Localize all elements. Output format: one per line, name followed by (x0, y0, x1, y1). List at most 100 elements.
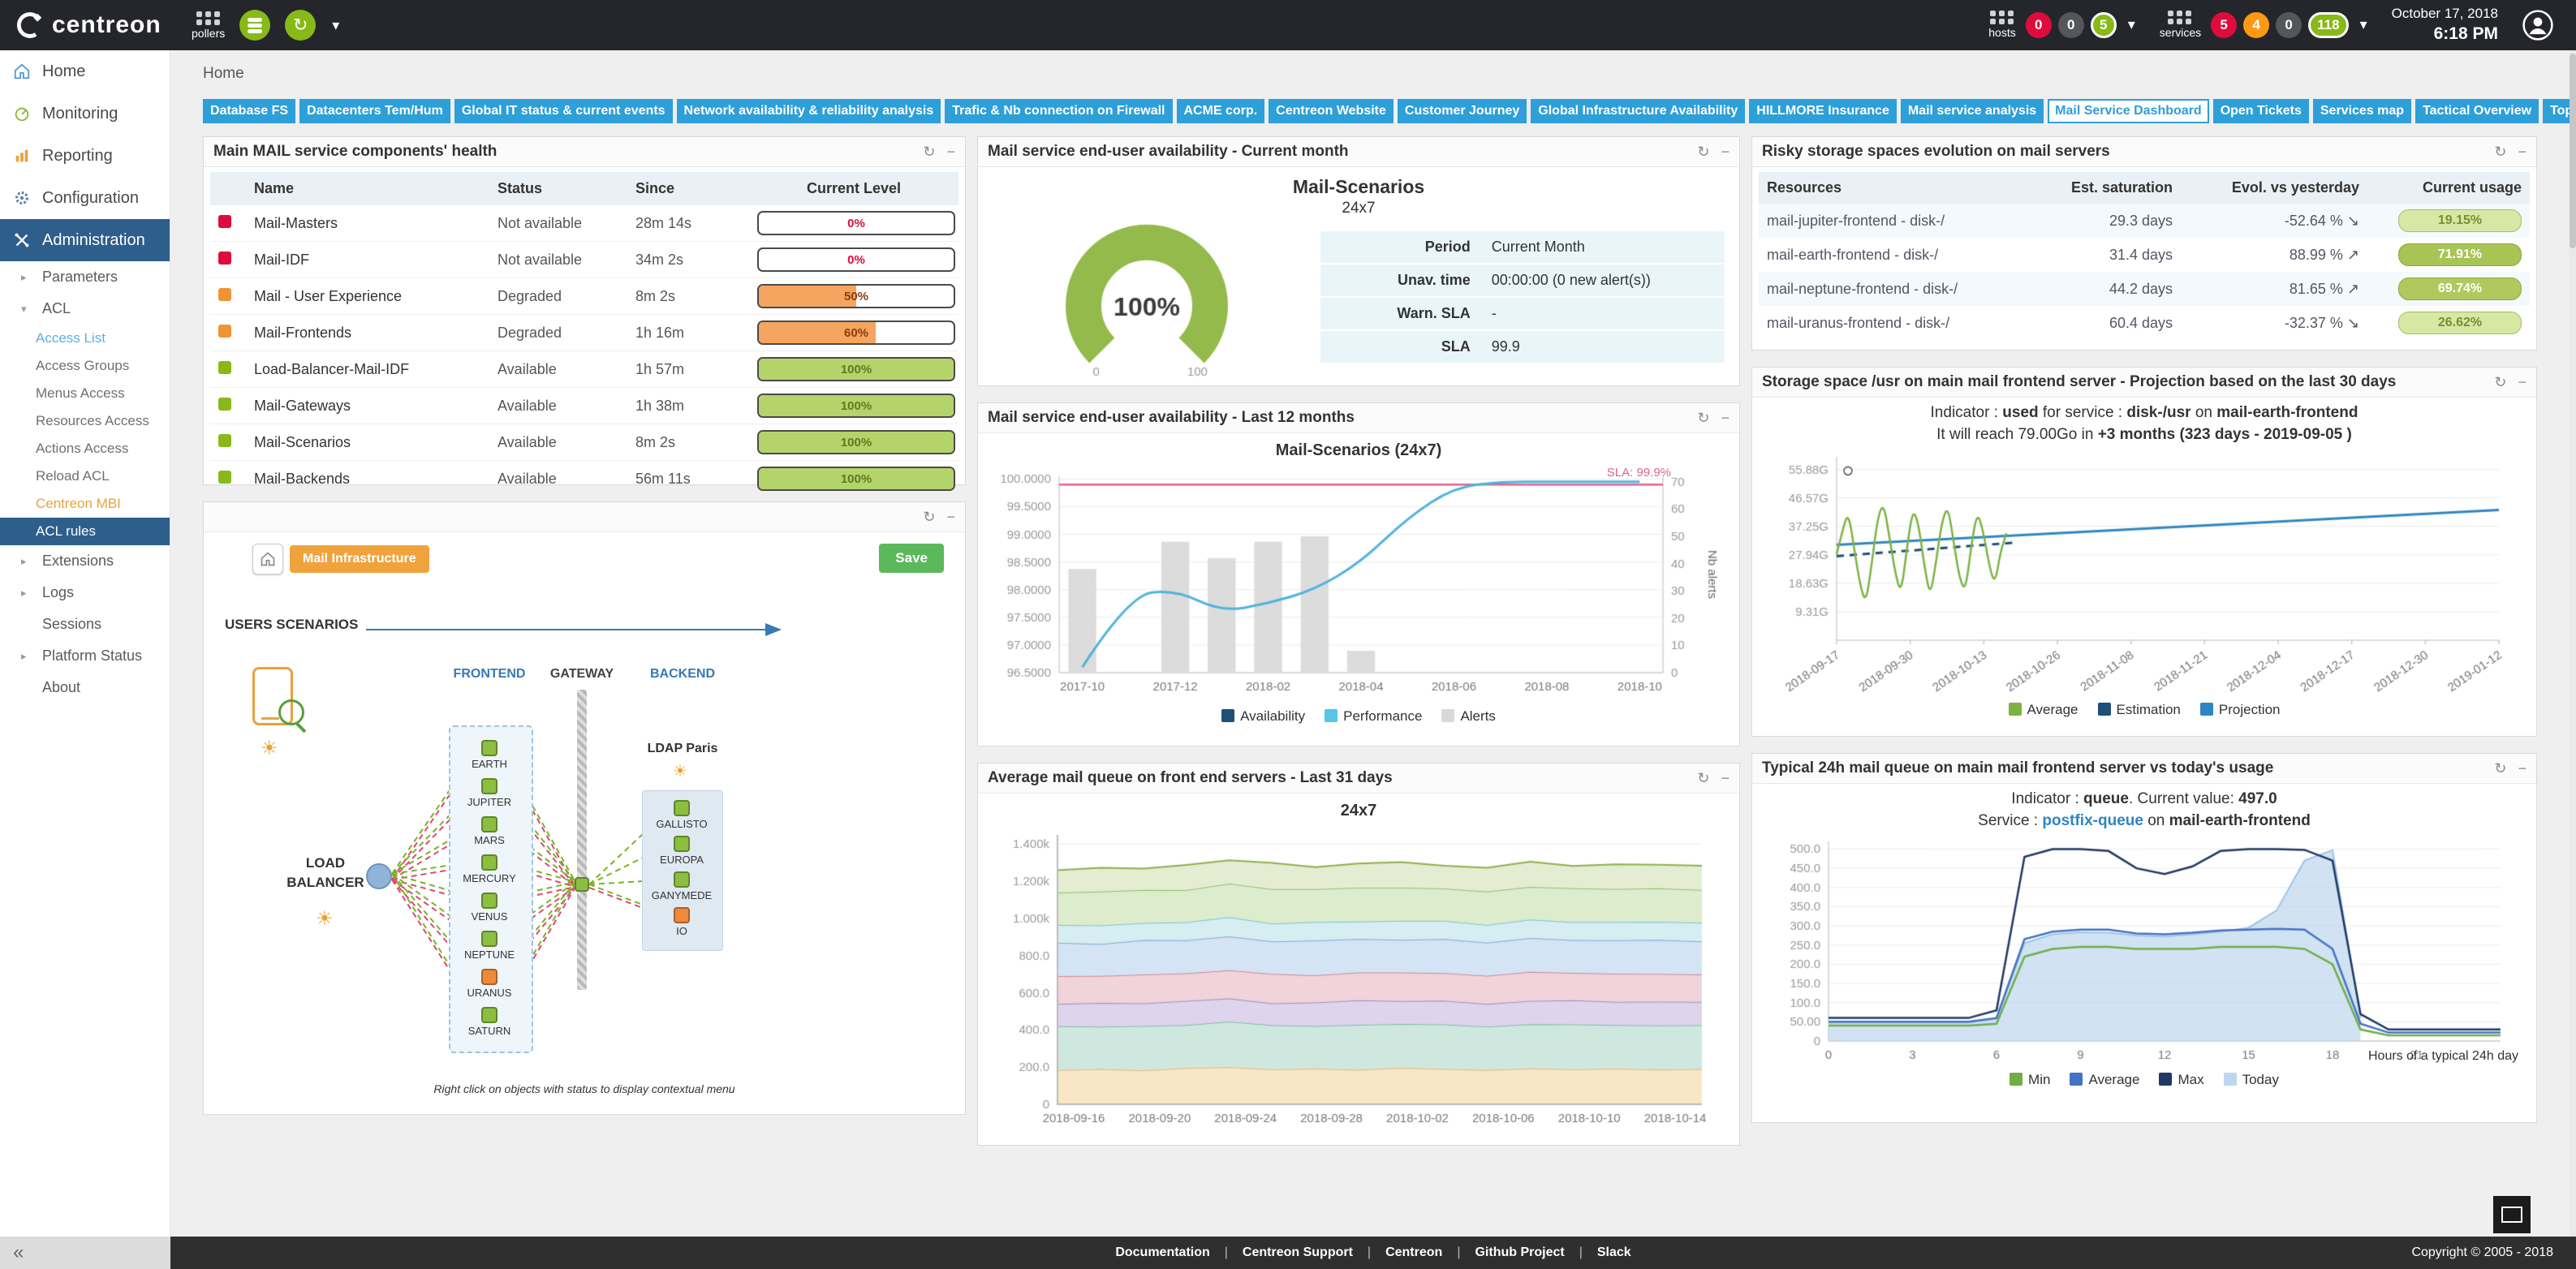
footer-link-github-project[interactable]: Github Project (1475, 1245, 1564, 1260)
breadcrumb[interactable]: Home (170, 50, 2576, 88)
tab-hillmore-insurance[interactable]: HILLMORE Insurance (1749, 99, 1897, 123)
tab-acme-corp[interactable]: ACME corp. (1177, 99, 1265, 123)
tab-open-tickets[interactable]: Open Tickets (2213, 99, 2309, 123)
sidebar-item-resources-access[interactable]: Resources Access (0, 407, 170, 435)
hosts-icon[interactable]: hosts (1988, 11, 2015, 39)
table-row[interactable]: Mail - User ExperienceDegraded8m 2s50% (210, 278, 958, 315)
tab-trafic-nb-connection-on-firewall[interactable]: Trafic & Nb connection on Firewall (945, 99, 1172, 123)
centreon-logo[interactable]: centreon (0, 11, 170, 39)
tab-services-map[interactable]: Services map (2313, 99, 2411, 123)
diagram-node-jupiter[interactable]: JUPITER (457, 778, 522, 808)
status-badge[interactable]: 4 (2243, 12, 2269, 38)
refresh-icon[interactable]: ↻ (2494, 374, 2506, 391)
table-row[interactable]: Load-Balancer-Mail-IDFAvailable1h 57m100… (210, 351, 958, 388)
table-row[interactable]: Mail-MastersNot available28m 14s0% (210, 205, 958, 242)
sidebar-item-configuration[interactable]: Configuration (0, 177, 170, 219)
tab-global-infrastructure-availability[interactable]: Global Infrastructure Availability (1531, 99, 1745, 123)
sidebar-item-home[interactable]: Home (0, 50, 170, 92)
tab-centreon-website[interactable]: Centreon Website (1269, 99, 1394, 123)
refresh-icon[interactable]: ↻ (2494, 144, 2506, 161)
status-badge[interactable]: 118 (2308, 12, 2348, 38)
status-badge[interactable]: 0 (2058, 12, 2084, 38)
table-row[interactable]: Mail-GatewaysAvailable1h 38m100% (210, 388, 958, 424)
refresh-icon[interactable]: ↻ (923, 144, 935, 161)
status-badge[interactable]: 5 (2091, 12, 2117, 38)
sidebar-item-reload-acl[interactable]: Reload ACL (0, 462, 170, 490)
diagram-node-ganymede[interactable]: GANYMEDE (649, 871, 714, 901)
collapse-icon[interactable]: − (2518, 144, 2526, 161)
collapse-icon[interactable]: − (946, 144, 955, 161)
tab-network-availability-reliability-analysis[interactable]: Network availability & reliability analy… (677, 99, 941, 123)
tab-database-fs[interactable]: Database FS (203, 99, 295, 123)
pollers-icon[interactable]: pollers (192, 11, 225, 40)
collapse-sidebar-icon[interactable]: « (13, 1241, 24, 1264)
refresh-icon[interactable]: ↻ (1697, 770, 1709, 787)
sidebar-item-access-groups[interactable]: Access Groups (0, 352, 170, 380)
tab-customer-journey[interactable]: Customer Journey (1398, 99, 1527, 123)
status-badge[interactable]: 0 (2276, 12, 2302, 38)
scrollbar-thumb[interactable] (2570, 54, 2576, 248)
sidebar-item-reporting[interactable]: Reporting (0, 135, 170, 177)
refresh-icon[interactable]: ↻ (1697, 410, 1709, 427)
diagram-node-mercury[interactable]: MERCURY (457, 854, 522, 884)
refresh-icon[interactable]: ↻ (923, 509, 935, 526)
refresh-icon[interactable]: ↻ (2494, 760, 2506, 777)
diagram-node-venus[interactable]: VENUS (457, 893, 522, 923)
sidebar-collapse-bar[interactable]: « (0, 1237, 170, 1269)
table-row[interactable]: Mail-IDFNot available34m 2s0% (210, 242, 958, 278)
pollers-dropdown-icon[interactable]: ▾ (332, 17, 339, 34)
refresh-icon[interactable]: ↻ (1697, 144, 1709, 161)
user-profile-icon[interactable] (2522, 10, 2553, 41)
table-row[interactable]: mail-jupiter-frontend - disk-/29.3 days-… (1759, 204, 2530, 238)
table-row[interactable]: mail-uranus-frontend - disk-/60.4 days-3… (1759, 306, 2530, 340)
sidebar-item-platform-status[interactable]: ▸Platform Status (0, 640, 170, 672)
tab-global-it-status-current-events[interactable]: Global IT status & current events (454, 99, 673, 123)
sidebar-item-about[interactable]: About (0, 672, 170, 703)
sidebar-item-parameters[interactable]: ▸Parameters (0, 261, 170, 293)
sidebar-item-monitoring[interactable]: Monitoring (0, 92, 170, 135)
poller-refresh-icon[interactable]: ↻ (285, 10, 316, 41)
poller-database-icon[interactable] (239, 10, 270, 41)
sidebar-item-sessions[interactable]: Sessions (0, 609, 170, 640)
sidebar-item-administration[interactable]: Administration (0, 219, 170, 261)
footer-link-documentation[interactable]: Documentation (1115, 1245, 1209, 1260)
status-badge[interactable]: 5 (2211, 12, 2237, 38)
diagram-node-europa[interactable]: EUROPA (649, 836, 714, 866)
collapse-icon[interactable]: − (946, 509, 955, 526)
footer-link-centreon-support[interactable]: Centreon Support (1243, 1245, 1353, 1260)
services-dropdown-icon[interactable]: ▾ (2360, 16, 2367, 33)
services-icon[interactable]: services (2160, 11, 2201, 39)
collapse-icon[interactable]: − (1721, 144, 1730, 161)
sidebar-item-menus-access[interactable]: Menus Access (0, 380, 170, 407)
tab-datacenters-tem-hum[interactable]: Datacenters Tem/Hum (299, 99, 450, 123)
diagram-node-mars[interactable]: MARS (457, 816, 522, 846)
hosts-dropdown-icon[interactable]: ▾ (2128, 16, 2135, 33)
sidebar-item-extensions[interactable]: ▸Extensions (0, 545, 170, 577)
mail-infrastructure-button[interactable]: Mail Infrastructure (290, 545, 429, 573)
gateway-node[interactable] (575, 877, 589, 892)
sidebar-item-centreon-mbi[interactable]: Centreon MBI (0, 490, 170, 518)
diagram-node-neptune[interactable]: NEPTUNE (457, 931, 522, 961)
tab-tactical-overview[interactable]: Tactical Overview (2415, 99, 2539, 123)
sidebar-item-acl[interactable]: ▾ACL (0, 293, 170, 325)
footer-link-centreon[interactable]: Centreon (1385, 1245, 1442, 1260)
table-row[interactable]: mail-earth-frontend - disk-/31.4 days88.… (1759, 238, 2530, 272)
sidebar-item-logs[interactable]: ▸Logs (0, 577, 170, 609)
footer-link-slack[interactable]: Slack (1597, 1245, 1631, 1260)
load-balancer-node[interactable] (366, 863, 392, 889)
scrollbar[interactable] (2570, 50, 2576, 1237)
collapse-icon[interactable]: − (1721, 770, 1730, 787)
status-badge[interactable]: 0 (2026, 12, 2052, 38)
collapse-icon[interactable]: − (1721, 410, 1730, 427)
table-row[interactable]: mail-neptune-frontend - disk-/44.2 days8… (1759, 272, 2530, 306)
diagram-node-uranus[interactable]: URANUS (457, 969, 522, 999)
collapse-icon[interactable]: − (2518, 374, 2526, 391)
sidebar-item-access-list[interactable]: Access List (0, 325, 170, 352)
diagram-node-gallisto[interactable]: GALLISTO (649, 800, 714, 830)
diagram-node-saturn[interactable]: SATURN (457, 1007, 522, 1037)
home-chip-icon[interactable] (252, 544, 283, 574)
table-row[interactable]: Mail-FrontendsDegraded1h 16m60% (210, 315, 958, 351)
collapse-icon[interactable]: − (2518, 760, 2526, 777)
tab-mail-service-dashboard[interactable]: Mail Service Dashboard (2048, 99, 2209, 123)
table-row[interactable]: Mail-ScenariosAvailable8m 2s100% (210, 424, 958, 461)
